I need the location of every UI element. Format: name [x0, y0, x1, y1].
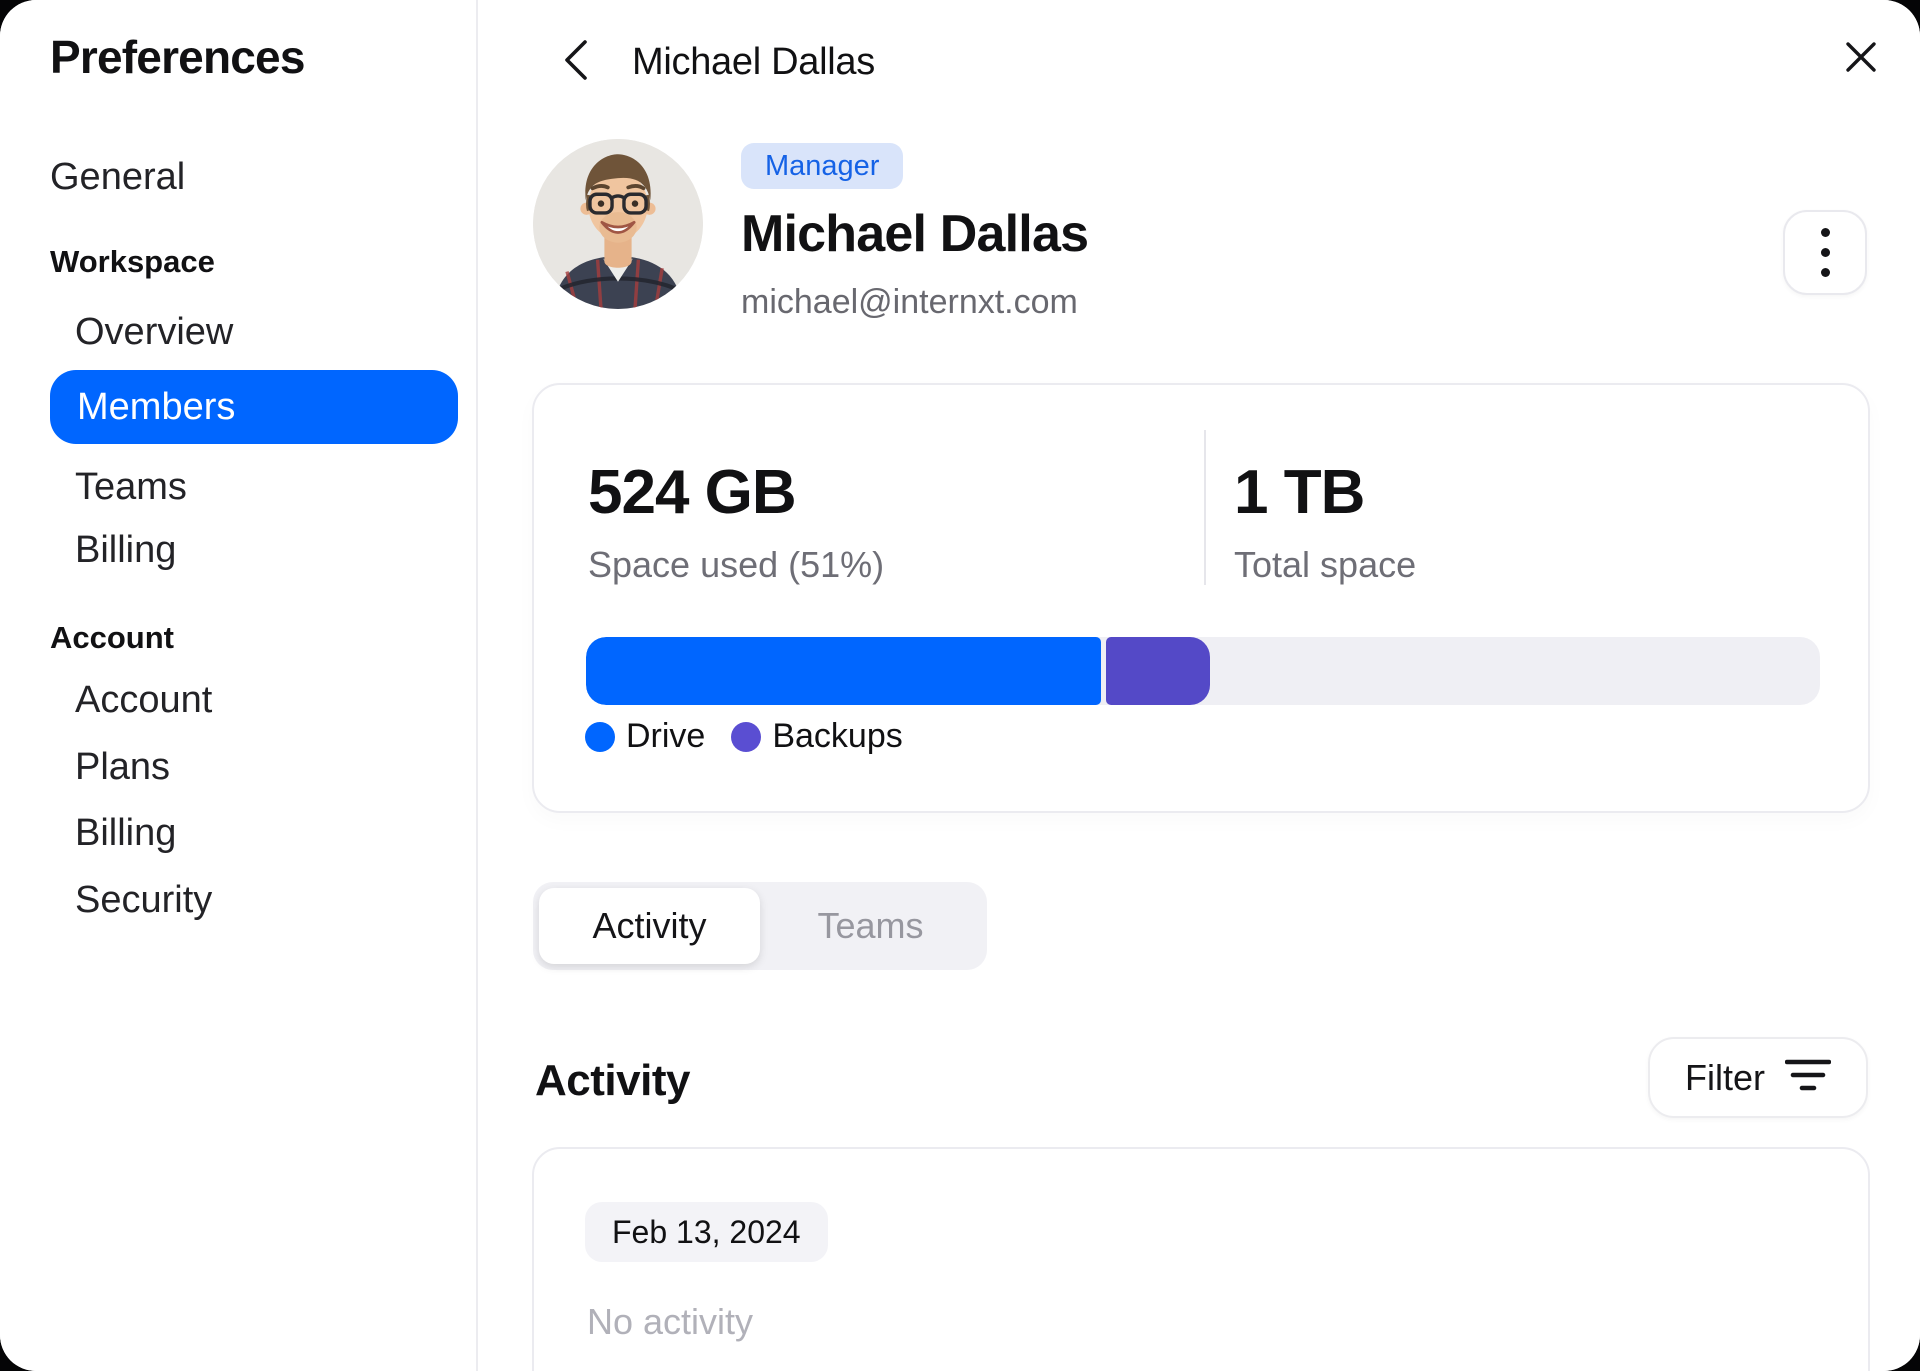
tab-switcher: Activity Teams [533, 882, 987, 970]
tab-teams[interactable]: Teams [760, 888, 981, 964]
space-used-value: 524 GB [588, 458, 797, 527]
sidebar-section-workspace: Workspace [50, 244, 215, 279]
kebab-vertical-icon [1820, 228, 1830, 277]
close-icon [1845, 41, 1877, 78]
sidebar-item-general[interactable]: General [50, 156, 185, 199]
backups-legend-dot [731, 721, 762, 752]
sidebar-item-account[interactable]: Account [75, 679, 212, 722]
legend-item-drive: Drive [585, 717, 705, 756]
member-email: michael@internxt.com [741, 283, 1078, 321]
legend-item-backups: Backups [731, 717, 903, 756]
activity-empty-state: No activity [587, 1301, 754, 1342]
total-space-value: 1 TB [1234, 458, 1365, 527]
sidebar-item-members[interactable]: Members [50, 370, 458, 444]
sidebar-title: Preferences [50, 31, 305, 83]
sidebar-item-billing-account[interactable]: Billing [75, 812, 176, 855]
sidebar-item-billing-workspace[interactable]: Billing [75, 529, 176, 572]
sidebar-item-security[interactable]: Security [75, 879, 212, 922]
storage-card: 524 GB Space used (51%) 1 TB Total space… [532, 383, 1870, 813]
tab-activity[interactable]: Activity [539, 888, 760, 964]
avatar [533, 139, 703, 309]
drive-legend-dot [585, 721, 615, 752]
back-button[interactable] [556, 38, 596, 87]
backups-usage-segment [1105, 637, 1211, 705]
drive-usage-segment [586, 637, 1101, 705]
page-title: Michael Dallas [632, 41, 875, 83]
drive-legend-label: Drive [626, 717, 706, 755]
chevron-left-icon [563, 38, 589, 87]
activity-date-chip: Feb 13, 2024 [585, 1202, 828, 1262]
stat-divider [1204, 430, 1206, 585]
filter-button-label: Filter [1685, 1056, 1765, 1098]
avatar-illustration [533, 139, 703, 309]
filter-button[interactable]: Filter [1648, 1037, 1868, 1118]
preferences-modal: Preferences General Workspace Overview M… [0, 0, 1920, 1371]
space-used-label: Space used (51%) [588, 544, 885, 585]
sidebar: Preferences General Workspace Overview M… [0, 0, 478, 1371]
storage-legend: Drive Backups [585, 717, 903, 756]
space-used-stat: 524 GB Space used (51%) [588, 457, 884, 586]
sidebar-item-plans[interactable]: Plans [75, 746, 170, 789]
total-space-stat: 1 TB Total space [1234, 457, 1416, 586]
activity-card: Feb 13, 2024 No activity [532, 1147, 1870, 1371]
sidebar-item-teams[interactable]: Teams [75, 466, 187, 509]
close-button[interactable] [1838, 36, 1884, 82]
sidebar-section-account: Account [50, 620, 174, 655]
backups-legend-label: Backups [772, 717, 903, 755]
filter-lines-icon [1784, 1055, 1832, 1100]
storage-progress-bar [586, 637, 1820, 705]
sidebar-item-overview[interactable]: Overview [75, 311, 233, 354]
activity-heading: Activity [535, 1056, 690, 1105]
member-detail-panel: Michael Dallas Manager Michael Dallas mi… [478, 0, 1920, 1371]
role-badge: Manager [741, 143, 904, 189]
member-options-button[interactable] [1783, 210, 1867, 295]
member-name: Michael Dallas [741, 205, 1089, 263]
total-space-label: Total space [1234, 544, 1417, 585]
